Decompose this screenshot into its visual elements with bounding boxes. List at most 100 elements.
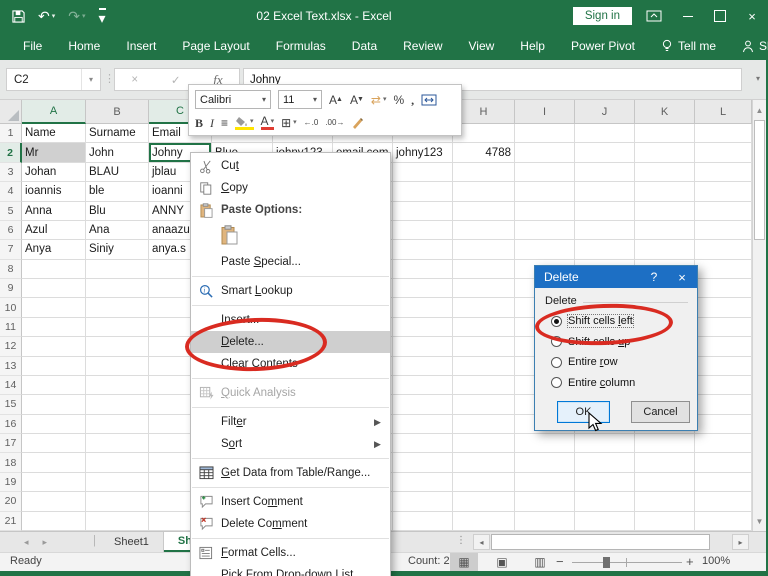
font-size-select[interactable]: 11 ▾ [278,90,322,109]
customize-quick-access-icon[interactable]: ▾ [99,8,106,25]
cell-G10[interactable] [393,298,453,317]
row-header-6[interactable]: 6 [0,221,22,240]
cell-L15[interactable] [695,395,752,414]
column-header-A[interactable]: A [22,100,86,124]
ribbon-tab-data[interactable]: Data [339,32,390,60]
cell-H20[interactable] [453,492,515,511]
borders-icon[interactable]: ⊞▾ [281,117,297,129]
cell-A21[interactable] [22,512,86,531]
ribbon-tab-view[interactable]: View [456,32,508,60]
cell-H14[interactable] [453,376,515,395]
cell-G20[interactable] [393,492,453,511]
horizontal-scroll-thumb[interactable] [491,534,710,550]
cell-G17[interactable] [393,434,453,453]
vertical-scroll-thumb[interactable] [754,120,765,240]
cell-B1[interactable]: Surname [86,124,149,143]
column-header-H[interactable]: H [453,100,515,124]
cell-G21[interactable] [393,512,453,531]
select-all-corner[interactable] [0,100,22,124]
cell-H3[interactable] [453,163,515,182]
row-header-12[interactable]: 12 [0,337,22,356]
cell-L13[interactable] [695,357,752,376]
cell-J6[interactable] [575,221,635,240]
cell-G2[interactable]: johny123 [393,143,453,162]
cell-A8[interactable] [22,260,86,279]
cell-K1[interactable] [635,124,695,143]
ribbon-tab-share[interactable]: Share [729,32,768,60]
ribbon-tab-tell-me[interactable]: Tell me [648,32,729,60]
cell-B17[interactable] [86,434,149,453]
cell-A5[interactable]: Anna [22,202,86,221]
cell-A12[interactable] [22,337,86,356]
cell-I20[interactable] [515,492,575,511]
cell-K17[interactable] [635,434,695,453]
cell-H18[interactable] [453,453,515,472]
cell-H1[interactable] [453,124,515,143]
menu-item-paste-special[interactable]: Paste Special... [191,251,390,273]
cell-J18[interactable] [575,453,635,472]
cell-B7[interactable]: Siniy [86,240,149,259]
cell-L9[interactable] [695,279,752,298]
cell-J3[interactable] [575,163,635,182]
align-button[interactable]: ≡ [221,117,228,129]
formula-bar-expand-icon[interactable]: ▾ [756,74,760,83]
cell-J20[interactable] [575,492,635,511]
increase-font-size-button[interactable]: A▲ [329,94,343,106]
cell-I19[interactable] [515,473,575,492]
column-header-B[interactable]: B [86,100,149,124]
increase-decimal-icon[interactable]: ←.0 [304,119,319,127]
column-header-J[interactable]: J [575,100,635,124]
cell-H5[interactable] [453,202,515,221]
cell-L21[interactable] [695,512,752,531]
name-box[interactable]: C2 ▾ [6,68,101,91]
cell-B8[interactable] [86,260,149,279]
cell-B10[interactable] [86,298,149,317]
save-icon[interactable] [12,10,25,23]
cell-K19[interactable] [635,473,695,492]
cell-K7[interactable] [635,240,695,259]
cell-A1[interactable]: Name [22,124,86,143]
redo-button[interactable]: ↷▾ [68,9,85,23]
menu-item-clear-contents[interactable]: Clear Contents [191,353,390,375]
cell-B2[interactable]: John [86,143,149,162]
font-name-select[interactable]: Calibri ▾ [195,90,271,109]
cell-G19[interactable] [393,473,453,492]
cell-I6[interactable] [515,221,575,240]
row-header-14[interactable]: 14 [0,376,22,395]
hscroll-left-icon[interactable]: ◂ [473,534,490,550]
cell-G8[interactable] [393,260,453,279]
cell-B9[interactable] [86,279,149,298]
cell-H4[interactable] [453,182,515,201]
cell-H15[interactable] [453,395,515,414]
cell-L16[interactable] [695,415,752,434]
menu-item-delete[interactable]: Delete... [191,331,390,353]
cell-G5[interactable] [393,202,453,221]
menu-item-insert[interactable]: Insert... [191,309,390,331]
row-header-7[interactable]: 7 [0,240,22,259]
cell-G4[interactable] [393,182,453,201]
ok-button[interactable]: OK [557,401,610,423]
ribbon-tab-file[interactable]: File [10,32,55,60]
menu-item-quick-analysis[interactable]: Quick Analysis [191,382,390,404]
cell-J2[interactable] [575,143,635,162]
ribbon-tab-review[interactable]: Review [390,32,455,60]
menu-item-get-data-from-table-range[interactable]: Get Data from Table/Range... [191,462,390,484]
normal-view-icon[interactable]: ▦ [450,553,478,571]
menu-item-filter[interactable]: Filter▶ [191,411,390,433]
row-header-10[interactable]: 10 [0,298,22,317]
cell-K3[interactable] [635,163,695,182]
cell-G12[interactable] [393,337,453,356]
font-name-dropdown-icon[interactable]: ▾ [258,95,270,104]
cell-G9[interactable] [393,279,453,298]
merge-center-icon[interactable] [421,94,437,106]
close-button[interactable]: × [736,0,768,32]
decrease-font-size-button[interactable]: A▼ [350,94,364,106]
cell-I18[interactable] [515,453,575,472]
cell-H10[interactable] [453,298,515,317]
cell-L1[interactable] [695,124,752,143]
cell-A13[interactable] [22,357,86,376]
cell-I7[interactable] [515,240,575,259]
menu-item-insert-comment[interactable]: Insert Comment [191,491,390,513]
row-header-9[interactable]: 9 [0,279,22,298]
cell-A7[interactable]: Anya [22,240,86,259]
